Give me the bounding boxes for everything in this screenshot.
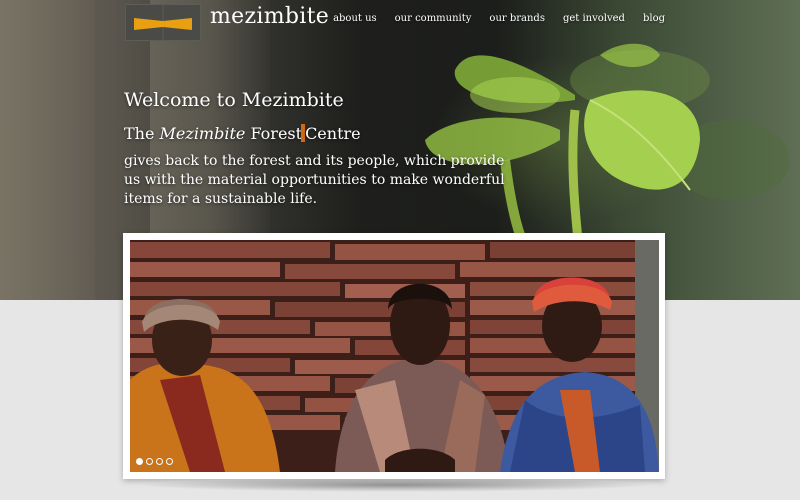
subtitle-suffix: Centre xyxy=(305,124,361,143)
main-nav: about us our community our brands get in… xyxy=(333,13,665,24)
subtitle: The Mezimbite Forest Centre xyxy=(124,124,361,143)
nav-item-our-community[interactable]: our community xyxy=(395,13,472,24)
tagline: gives back to the forest and its people,… xyxy=(124,153,505,207)
subtitle-mid: Forest xyxy=(245,124,303,143)
slider-dot-4[interactable] xyxy=(166,458,173,465)
three-women-photo xyxy=(130,240,659,472)
nav-item-about-us[interactable]: about us xyxy=(333,13,377,24)
logo-wordmark[interactable]: mezimbite xyxy=(210,4,329,29)
slider-dot-1[interactable] xyxy=(136,458,143,465)
photo-slider[interactable] xyxy=(123,233,665,479)
nav-item-blog[interactable]: blog xyxy=(643,13,665,24)
slider-shadow xyxy=(140,478,650,492)
page-title: Welcome to Mezimbite xyxy=(124,89,344,111)
logo-mark[interactable] xyxy=(125,4,201,41)
slider-dot-2[interactable] xyxy=(146,458,153,465)
nav-item-our-brands[interactable]: our brands xyxy=(489,13,545,24)
slider-pagination xyxy=(136,458,173,465)
slider-dot-3[interactable] xyxy=(156,458,163,465)
subtitle-prefix: The xyxy=(124,124,160,143)
bowtie-logo-icon xyxy=(134,5,192,40)
nav-item-get-involved[interactable]: get involved xyxy=(563,13,625,24)
subtitle-brand: Mezimbite xyxy=(159,124,246,143)
slide-photo xyxy=(130,240,659,472)
